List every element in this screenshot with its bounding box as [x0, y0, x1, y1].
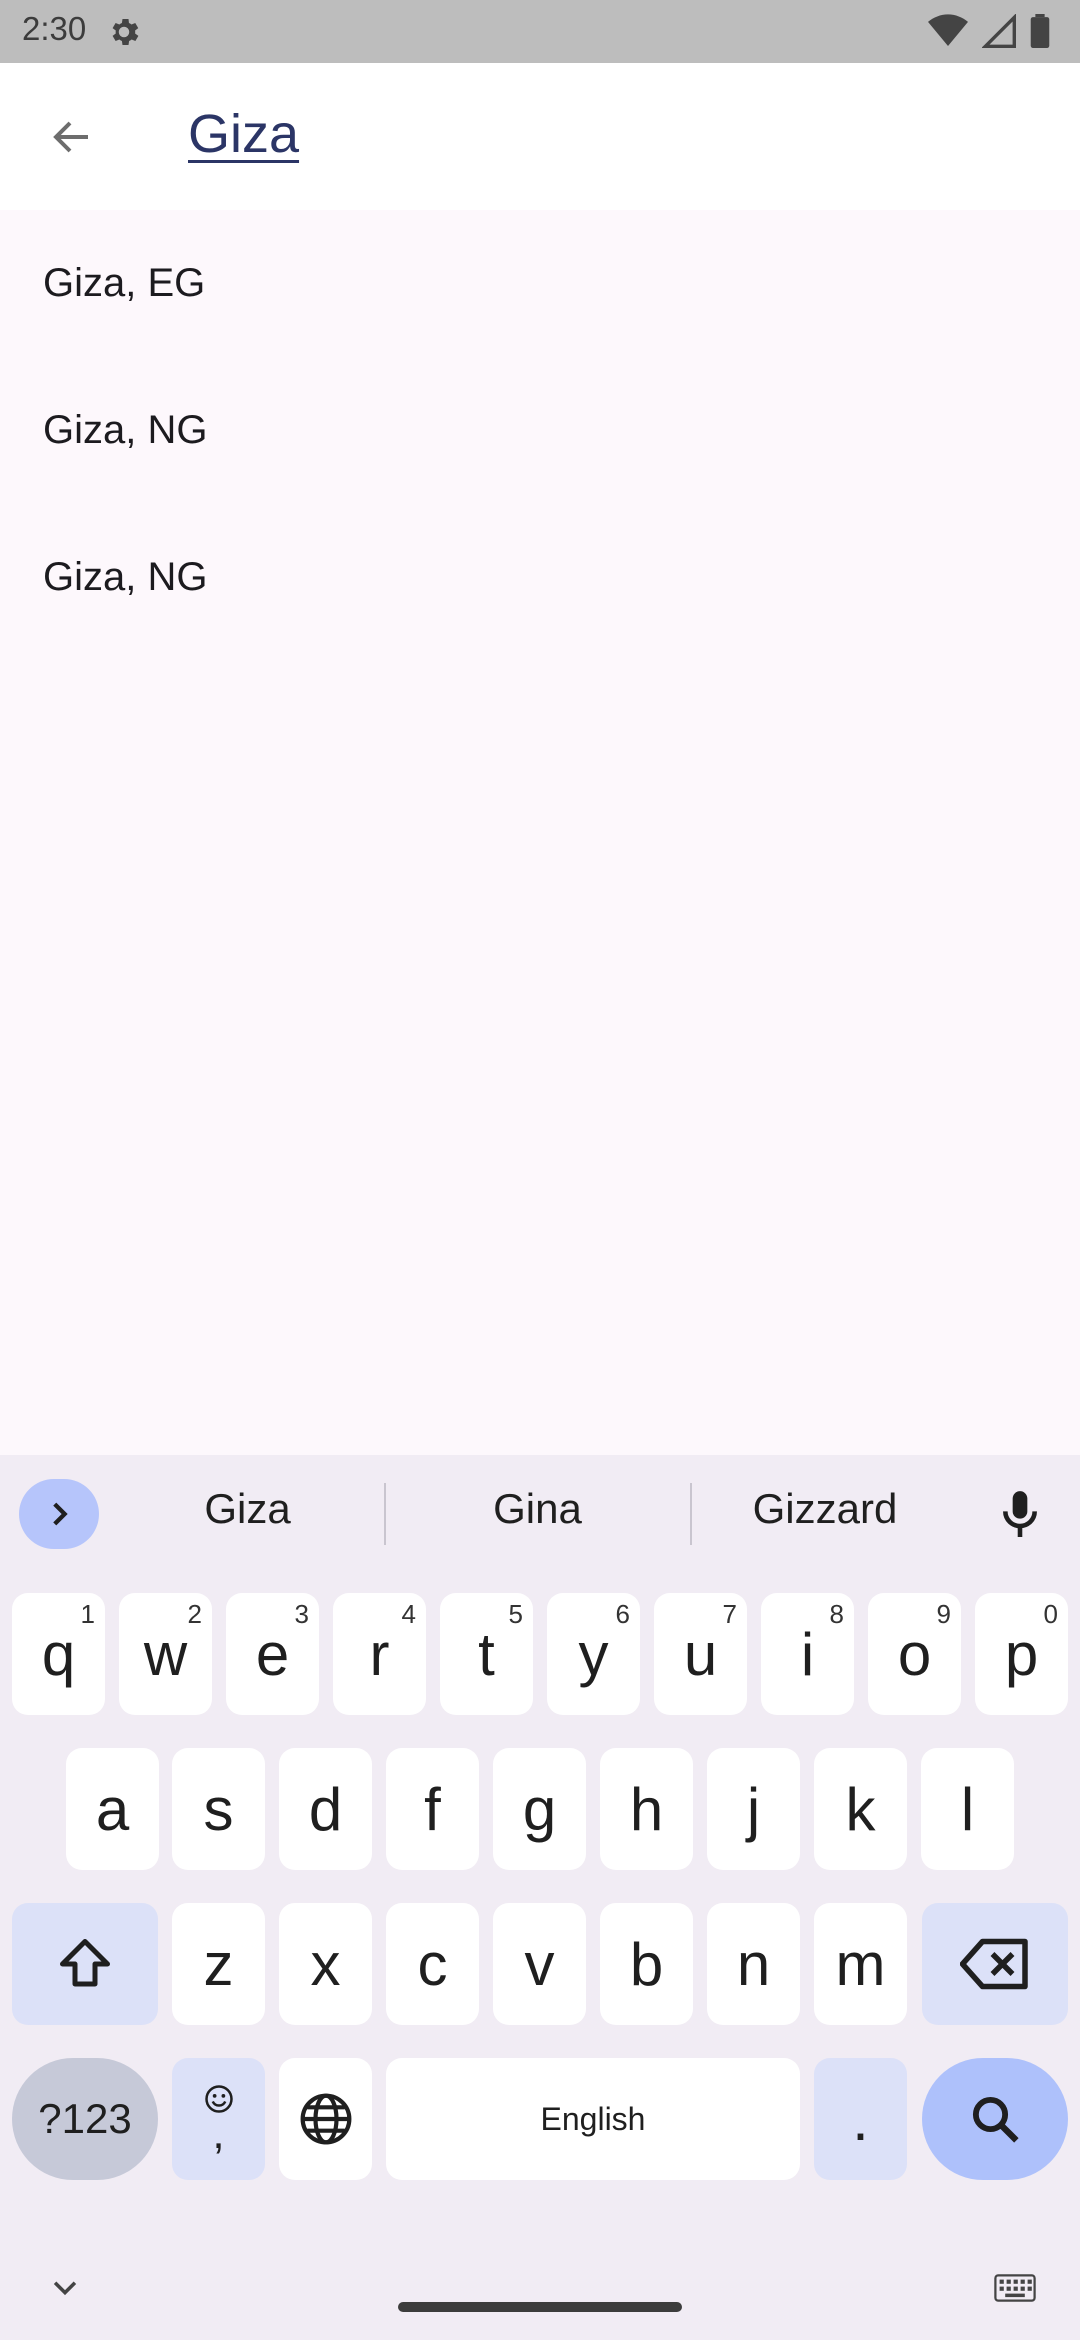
- globe-icon: [300, 2093, 351, 2145]
- search-input[interactable]: Giza: [188, 103, 299, 165]
- comma-label: ,: [212, 2109, 225, 2158]
- key-hint: 3: [294, 1599, 309, 1629]
- key-m[interactable]: m: [814, 1903, 907, 2025]
- key-label: q: [41, 1620, 76, 1688]
- back-button[interactable]: [40, 105, 104, 169]
- chevron-right-icon: [53, 1502, 68, 1526]
- status-bar: 2:30: [0, 0, 1080, 63]
- result-item[interactable]: Giza, NG: [0, 357, 1080, 504]
- home-indicator[interactable]: [398, 2302, 682, 2312]
- key-e[interactable]: e3: [226, 1593, 319, 1715]
- key-label: t: [478, 1620, 495, 1688]
- key-r[interactable]: r4: [333, 1593, 426, 1715]
- key-q[interactable]: q1: [12, 1593, 105, 1715]
- battery-icon: [1030, 14, 1050, 48]
- key-j[interactable]: j: [707, 1748, 800, 1870]
- period-key[interactable]: .: [814, 2058, 907, 2180]
- key-z[interactable]: z: [172, 1903, 265, 2025]
- key-k[interactable]: k: [814, 1748, 907, 1870]
- key-s[interactable]: s: [172, 1748, 265, 1870]
- backspace-icon: [960, 1938, 1028, 1990]
- suggestion-divider: [690, 1483, 692, 1545]
- key-c[interactable]: c: [386, 1903, 479, 2025]
- result-label: Giza, EG: [43, 261, 206, 305]
- key-label: p: [1004, 1620, 1039, 1688]
- search-key[interactable]: [922, 2058, 1068, 2180]
- language-key[interactable]: [279, 2058, 372, 2180]
- status-time: 2:30: [22, 10, 87, 47]
- key-hint: 6: [615, 1599, 630, 1629]
- results-list: Giza, EG Giza, NG Giza, NG: [0, 210, 1080, 1455]
- key-x[interactable]: x: [279, 1903, 372, 2025]
- key-label: i: [800, 1620, 815, 1688]
- settings-icon: [112, 18, 139, 46]
- suggestion-divider: [384, 1483, 386, 1545]
- key-w[interactable]: w2: [119, 1593, 212, 1715]
- key-label: w: [143, 1620, 188, 1688]
- emoji-comma-key[interactable]: ,: [172, 2058, 265, 2180]
- key-hint: 1: [80, 1599, 95, 1629]
- keyboard-switch-icon[interactable]: [994, 2274, 1036, 2302]
- voice-input-button[interactable]: [990, 1483, 1050, 1547]
- key-label: y: [578, 1620, 609, 1688]
- arrow-back-icon: [53, 121, 88, 153]
- microphone-icon: [1003, 1491, 1037, 1537]
- key-label: o: [897, 1620, 932, 1688]
- key-hint: 0: [1043, 1599, 1058, 1629]
- key-hint: 9: [936, 1599, 951, 1629]
- key-hint: 5: [508, 1599, 523, 1629]
- suggestion-strip: Giza Gina Gizzard: [0, 1455, 1080, 1575]
- key-hint: 7: [722, 1599, 737, 1629]
- suggestion-2[interactable]: Gina: [420, 1485, 655, 1533]
- search-app-bar: Giza: [0, 63, 1080, 210]
- key-h[interactable]: h: [600, 1748, 693, 1870]
- result-item[interactable]: Giza, EG: [0, 210, 1080, 357]
- key-n[interactable]: n: [707, 1903, 800, 2025]
- suggestion-3[interactable]: Gizzard: [710, 1485, 940, 1533]
- soft-keyboard: Giza Gina Gizzard q1 w2 e3 r4 t5 y6 u7 i…: [0, 1455, 1080, 2340]
- key-y[interactable]: y6: [547, 1593, 640, 1715]
- system-nav-bar: [0, 2240, 1080, 2340]
- key-v[interactable]: v: [493, 1903, 586, 2025]
- shift-key[interactable]: [12, 1903, 158, 2025]
- key-a[interactable]: a: [66, 1748, 159, 1870]
- key-hint: 4: [401, 1599, 416, 1629]
- result-item[interactable]: Giza, NG: [0, 504, 1080, 651]
- key-t[interactable]: t5: [440, 1593, 533, 1715]
- suggestion-1[interactable]: Giza: [130, 1485, 365, 1533]
- expand-toolbar-button[interactable]: [19, 1479, 99, 1549]
- symbols-key[interactable]: ?123: [12, 2058, 158, 2180]
- key-label: r: [369, 1620, 390, 1688]
- key-d[interactable]: d: [279, 1748, 372, 1870]
- key-p[interactable]: p0: [975, 1593, 1068, 1715]
- space-key[interactable]: English: [386, 2058, 800, 2180]
- key-g[interactable]: g: [493, 1748, 586, 1870]
- signal-icon: [982, 14, 1016, 48]
- key-label: e: [255, 1620, 290, 1688]
- key-f[interactable]: f: [386, 1748, 479, 1870]
- key-u[interactable]: u7: [654, 1593, 747, 1715]
- key-hint: 2: [187, 1599, 202, 1629]
- result-label: Giza, NG: [43, 408, 208, 452]
- key-hint: 8: [829, 1599, 844, 1629]
- backspace-key[interactable]: [922, 1903, 1068, 2025]
- wifi-icon: [928, 14, 968, 47]
- key-b[interactable]: b: [600, 1903, 693, 2025]
- shift-icon: [60, 1939, 110, 1987]
- search-icon: [972, 2096, 1019, 2143]
- key-l[interactable]: l: [921, 1748, 1014, 1870]
- key-i[interactable]: i8: [761, 1593, 854, 1715]
- key-o[interactable]: o9: [868, 1593, 961, 1715]
- result-label: Giza, NG: [43, 555, 208, 599]
- key-label: u: [683, 1620, 718, 1688]
- chevron-down-icon[interactable]: [48, 2270, 82, 2304]
